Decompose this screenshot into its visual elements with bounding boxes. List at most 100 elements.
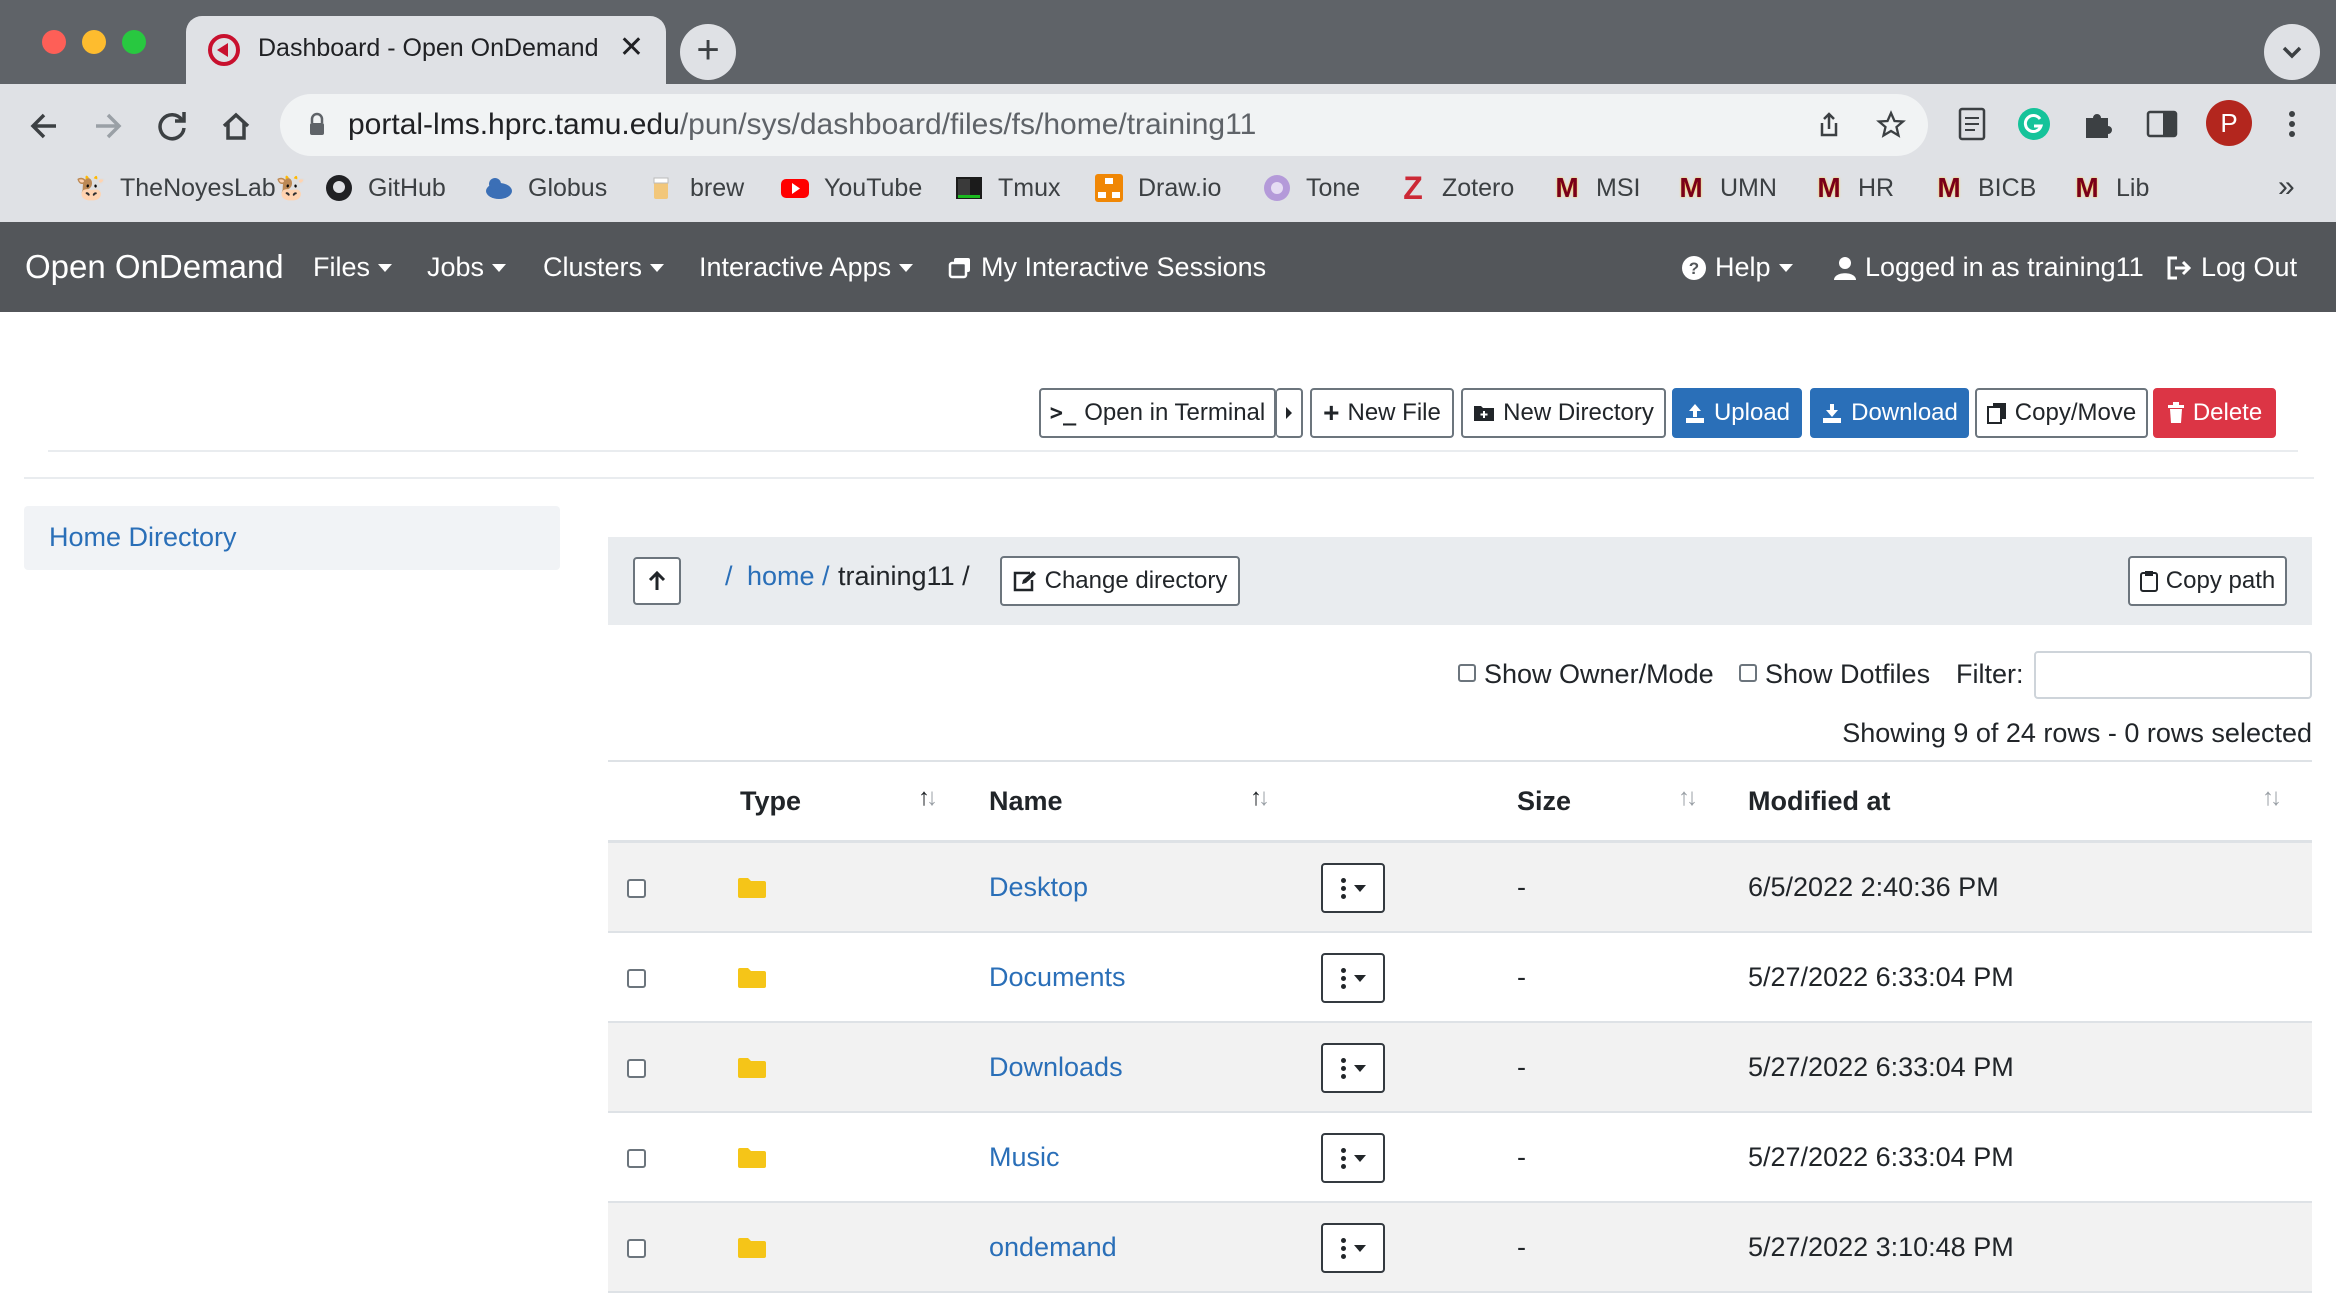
nav-interactive-sessions[interactable]: My Interactive Sessions — [947, 252, 1266, 283]
sort-icon[interactable]: ↑↓ — [2262, 784, 2282, 812]
row-actions-button[interactable] — [1321, 863, 1385, 913]
sort-icon[interactable]: ↑↓ — [1678, 784, 1698, 812]
profile-avatar[interactable]: P — [2206, 100, 2252, 146]
caret-down-icon — [899, 263, 914, 272]
row-actions-button[interactable] — [1321, 1223, 1385, 1273]
open-in-terminal-button[interactable]: >_ Open in Terminal — [1039, 388, 1276, 438]
sort-icon[interactable]: ↑↓ — [1250, 784, 1270, 812]
browser-tab-active[interactable]: Dashboard - Open OnDemand ✕ — [186, 16, 666, 84]
column-header-size[interactable]: Size — [1517, 786, 1571, 817]
sort-icon[interactable]: ↑↓ — [918, 784, 938, 812]
sidebar-item-home-directory[interactable]: Home Directory — [24, 506, 560, 570]
nav-jobs-dropdown[interactable]: Jobs — [427, 252, 507, 283]
extensions-puzzle-icon[interactable] — [2076, 102, 2120, 146]
address-bar[interactable]: portal-lms.hprc.tamu.edu/pun/sys/dashboa… — [280, 94, 1928, 156]
breadcrumb-home[interactable]: home / — [747, 561, 830, 592]
folder-icon — [738, 1238, 766, 1258]
row-select-checkbox[interactable] — [627, 1149, 646, 1168]
home-icon[interactable] — [212, 102, 260, 150]
change-directory-button[interactable]: Change directory — [1000, 556, 1240, 606]
bookmark-youtube[interactable]: YouTube — [780, 170, 922, 206]
new-file-button[interactable]: + New File — [1310, 388, 1454, 438]
bookmark-drawio[interactable]: Draw.io — [1094, 170, 1221, 206]
delete-button[interactable]: Delete — [2153, 388, 2276, 438]
brand-link[interactable]: Open OnDemand — [25, 248, 284, 286]
forward-arrow-icon[interactable] — [84, 102, 132, 150]
zoom-window-button[interactable] — [122, 30, 146, 54]
bookmarks-overflow-button[interactable]: » — [2278, 170, 2295, 204]
table-row[interactable]: Desktop - 6/5/2022 2:40:36 PM — [608, 843, 2312, 933]
back-arrow-icon[interactable] — [20, 102, 68, 150]
file-name-link[interactable]: Desktop — [989, 872, 1088, 903]
column-header-type[interactable]: Type — [740, 786, 801, 817]
row-actions-button[interactable] — [1321, 1133, 1385, 1183]
bookmark-hr[interactable]: M HR — [1814, 170, 1894, 206]
lock-icon[interactable] — [300, 108, 334, 142]
table-row[interactable]: Documents - 5/27/2022 6:33:04 PM — [608, 933, 2312, 1023]
ellipsis-vertical-icon — [1340, 1147, 1346, 1169]
upload-button[interactable]: Upload — [1672, 388, 1802, 438]
grammarly-icon[interactable] — [2012, 102, 2056, 146]
cow-icon: 🐮 — [75, 173, 107, 202]
table-top-border — [608, 760, 2312, 762]
table-row[interactable]: ondemand - 5/27/2022 3:10:48 PM — [608, 1203, 2312, 1293]
nav-clusters-dropdown[interactable]: Clusters — [543, 252, 665, 283]
minimize-window-button[interactable] — [82, 30, 106, 54]
tab-close-icon[interactable]: ✕ — [619, 30, 644, 65]
bookmark-tone[interactable]: Tone — [1262, 170, 1360, 206]
breadcrumb-root[interactable]: / — [725, 561, 733, 592]
bookmark-umn[interactable]: M UMN — [1676, 170, 1777, 206]
caret-down-icon — [650, 263, 665, 272]
bookmark-lib[interactable]: M Lib — [2072, 170, 2149, 206]
reload-icon[interactable] — [148, 102, 196, 150]
download-button[interactable]: Download — [1810, 388, 1969, 438]
tab-search-button[interactable] — [2264, 24, 2320, 80]
row-actions-button[interactable] — [1321, 953, 1385, 1003]
column-header-modified[interactable]: Modified at — [1748, 786, 1891, 817]
chevron-down-icon — [2282, 46, 2302, 59]
bookmark-thenoyeslab[interactable]: 🐮 TheNoyesLab🐮 — [75, 170, 306, 206]
close-window-button[interactable] — [42, 30, 66, 54]
nav-interactive-apps-dropdown[interactable]: Interactive Apps — [699, 252, 914, 283]
nav-logout[interactable]: Log Out — [2165, 252, 2297, 283]
kebab-menu-icon[interactable] — [2270, 102, 2314, 146]
ellipsis-vertical-icon — [1340, 1237, 1346, 1259]
nav-files-dropdown[interactable]: Files — [313, 252, 393, 283]
filter-input[interactable] — [2034, 651, 2312, 699]
row-select-checkbox[interactable] — [627, 879, 646, 898]
file-name-link[interactable]: Music — [989, 1142, 1060, 1173]
bookmark-tmux[interactable]: Tmux — [954, 170, 1061, 206]
edit-icon — [1013, 571, 1036, 592]
bookmark-bicb[interactable]: M BICB — [1934, 170, 2036, 206]
share-icon[interactable] — [1812, 108, 1846, 142]
copy-move-button[interactable]: Copy/Move — [1975, 388, 2148, 438]
new-tab-button[interactable]: + — [680, 24, 736, 80]
terminal-dropdown-toggle[interactable] — [1276, 388, 1303, 438]
row-select-checkbox[interactable] — [627, 1059, 646, 1078]
reader-mode-icon[interactable] — [1950, 102, 1994, 146]
table-row[interactable]: Music - 5/27/2022 6:33:04 PM — [608, 1113, 2312, 1203]
url-text: portal-lms.hprc.tamu.edu/pun/sys/dashboa… — [348, 108, 1257, 141]
caret-down-icon — [1353, 974, 1366, 982]
row-actions-button[interactable] — [1321, 1043, 1385, 1093]
bookmark-msi[interactable]: M MSI — [1552, 170, 1640, 206]
go-up-directory-button[interactable] — [633, 557, 681, 605]
bookmark-github[interactable]: GitHub — [324, 170, 446, 206]
bookmark-globus[interactable]: Globus — [484, 170, 607, 206]
side-panel-icon[interactable] — [2140, 102, 2184, 146]
file-name-link[interactable]: Documents — [989, 962, 1126, 993]
row-select-checkbox[interactable] — [627, 969, 646, 988]
row-select-checkbox[interactable] — [627, 1239, 646, 1258]
bookmark-brew[interactable]: brew — [646, 170, 744, 206]
nav-help-dropdown[interactable]: ? Help — [1681, 252, 1793, 283]
bookmark-star-icon[interactable] — [1874, 108, 1908, 142]
new-directory-button[interactable]: New Directory — [1461, 388, 1666, 438]
copy-path-button[interactable]: Copy path — [2128, 556, 2287, 606]
table-row[interactable]: Downloads - 5/27/2022 6:33:04 PM — [608, 1023, 2312, 1113]
show-owner-mode-checkbox[interactable] — [1458, 664, 1476, 682]
show-dotfiles-checkbox[interactable] — [1739, 664, 1757, 682]
file-name-link[interactable]: Downloads — [989, 1052, 1123, 1083]
file-name-link[interactable]: ondemand — [989, 1232, 1117, 1263]
column-header-name[interactable]: Name — [989, 786, 1063, 817]
bookmark-zotero[interactable]: Z Zotero — [1398, 170, 1514, 206]
